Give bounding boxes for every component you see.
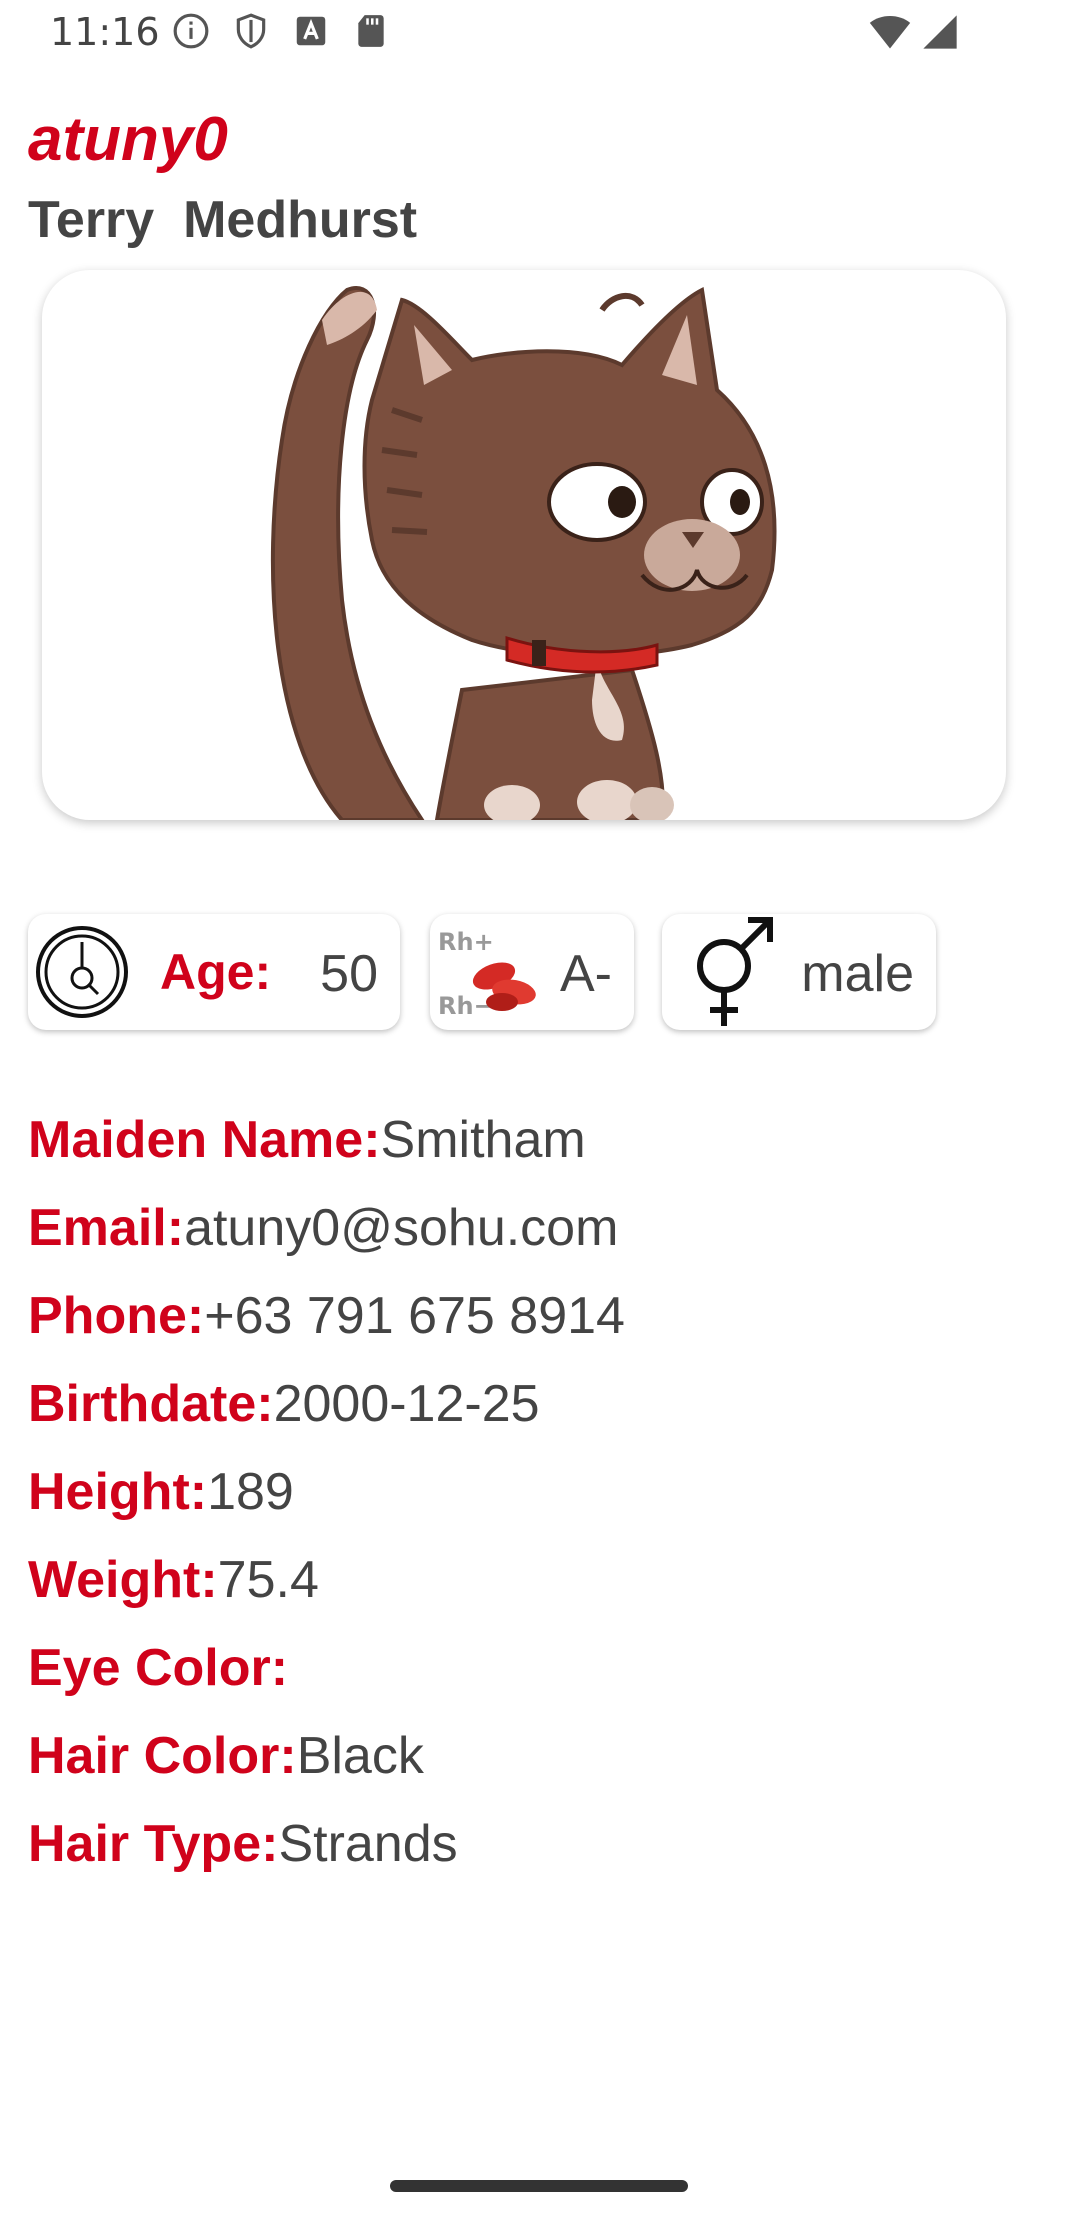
detail-label: Email: bbox=[28, 1199, 185, 1257]
status-icons-left bbox=[172, 12, 390, 50]
detail-value: Black bbox=[296, 1727, 424, 1785]
detail-value: 189 bbox=[207, 1463, 294, 1521]
detail-maiden-name: Maiden Name:Smitham bbox=[28, 1108, 625, 1196]
info-icon bbox=[173, 13, 209, 49]
detail-value: Strands bbox=[278, 1815, 458, 1873]
gesture-nav-handle[interactable] bbox=[390, 2180, 688, 2192]
detail-hair-type: Hair Type:Strands bbox=[28, 1812, 625, 1900]
age-clock-icon bbox=[36, 926, 128, 1018]
sd-card-icon bbox=[358, 15, 384, 47]
wifi-icon bbox=[869, 15, 911, 49]
cat-avatar-image bbox=[270, 286, 777, 820]
status-time: 11:16 bbox=[50, 10, 160, 54]
detail-label: Hair Type: bbox=[28, 1815, 279, 1873]
age-label: Age: bbox=[160, 944, 272, 1000]
cell-signal-icon bbox=[923, 15, 957, 49]
detail-weight: Weight:75.4 bbox=[28, 1548, 625, 1636]
blood-type-chip: Rh+ Rh− A- bbox=[430, 914, 634, 1030]
detail-email: Email:atuny0@sohu.com bbox=[28, 1196, 625, 1284]
detail-label: Height: bbox=[28, 1463, 208, 1521]
gender-symbol-icon bbox=[697, 917, 773, 1026]
detail-label: Birthdate: bbox=[28, 1375, 274, 1433]
profile-screen: 11:16 atuny0 Terry Medhurst Age: 50 Rh+ … bbox=[0, 0, 1080, 2220]
detail-value: atuny0@sohu.com bbox=[184, 1199, 619, 1257]
username: atuny0 bbox=[28, 105, 228, 174]
gender-value: male bbox=[801, 945, 914, 1003]
detail-label: Hair Color: bbox=[28, 1727, 297, 1785]
keyboard-a-icon bbox=[296, 16, 326, 46]
age-chip: Age: 50 bbox=[28, 914, 400, 1030]
blood-cells-icon: Rh+ Rh− bbox=[438, 928, 536, 1020]
rh-minus-label: Rh− bbox=[438, 992, 494, 1020]
full-name: Terry Medhurst bbox=[28, 191, 418, 249]
age-value: 50 bbox=[320, 945, 378, 1003]
detail-hair-color: Hair Color:Black bbox=[28, 1724, 625, 1812]
shield-icon bbox=[236, 13, 266, 49]
detail-label: Maiden Name: bbox=[28, 1111, 381, 1169]
detail-label: Weight: bbox=[28, 1551, 218, 1609]
detail-birthdate: Birthdate:2000-12-25 bbox=[28, 1372, 625, 1460]
detail-eye-color: Eye Color: bbox=[28, 1636, 625, 1724]
rh-plus-label: Rh+ bbox=[438, 928, 494, 956]
detail-height: Height:189 bbox=[28, 1460, 625, 1548]
detail-label: Eye Color: bbox=[28, 1639, 289, 1697]
status-icons-right bbox=[868, 12, 960, 52]
blood-type-value: A- bbox=[560, 945, 612, 1003]
gender-chip: male bbox=[662, 914, 936, 1030]
avatar-card bbox=[42, 270, 1006, 820]
detail-value: Smitham bbox=[380, 1111, 586, 1169]
detail-label: Phone: bbox=[28, 1287, 205, 1345]
detail-value: +63 791 675 8914 bbox=[204, 1287, 625, 1345]
detail-phone: Phone:+63 791 675 8914 bbox=[28, 1284, 625, 1372]
detail-value: 2000-12-25 bbox=[273, 1375, 540, 1433]
details-list: Maiden Name:Smitham Email:atuny0@sohu.co… bbox=[28, 1108, 625, 1900]
status-bar: 11:16 bbox=[0, 0, 1080, 66]
detail-value: 75.4 bbox=[217, 1551, 319, 1609]
